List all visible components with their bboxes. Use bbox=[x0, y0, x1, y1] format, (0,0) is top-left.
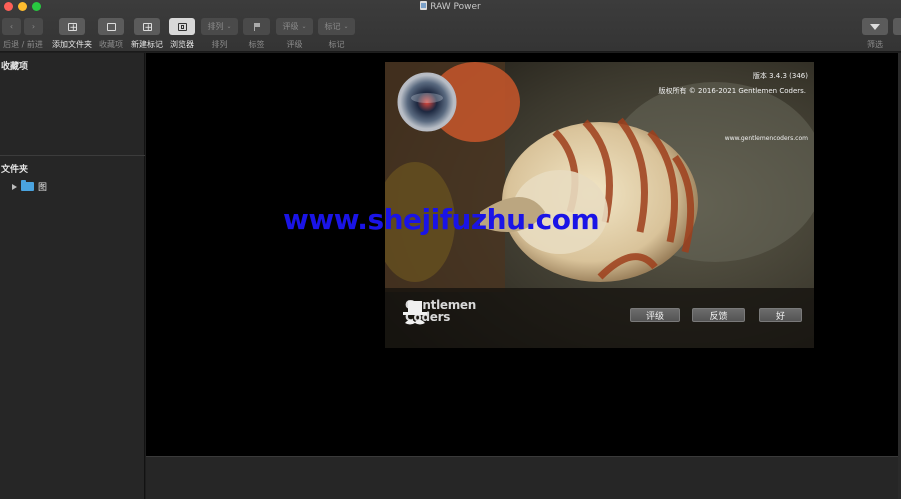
favorites-label: 收藏项 bbox=[99, 40, 123, 49]
favorites-header: 收藏项 bbox=[1, 62, 29, 72]
sidebar: 收藏项 文件夹 图 bbox=[0, 53, 145, 499]
tag-label: 标签 bbox=[248, 40, 265, 49]
window-title: RAW Power bbox=[0, 1, 901, 12]
chevron-left-icon: ‹ bbox=[9, 22, 14, 31]
tag-button[interactable] bbox=[243, 18, 270, 35]
rating-dropdown[interactable]: 评级 ⌄ bbox=[276, 18, 313, 35]
favorites-button[interactable] bbox=[98, 18, 124, 35]
folders-header: 文件夹 bbox=[1, 165, 29, 175]
chevron-right-icon: › bbox=[31, 22, 36, 31]
browser-label: 浏览器 bbox=[170, 40, 194, 49]
folder-label: 图 bbox=[38, 183, 48, 193]
add-folder-label: 添加文件夹 bbox=[52, 40, 92, 49]
back-forward-label: 后退 / 前进 bbox=[3, 40, 43, 49]
new-album-icon: + bbox=[142, 22, 153, 33]
add-folder-button[interactable]: + bbox=[59, 18, 85, 35]
bottom-bar bbox=[146, 456, 901, 499]
rating-label: 评级 bbox=[286, 40, 303, 49]
new-mark-label: 新建标记 bbox=[131, 40, 163, 49]
chevron-down-icon: ⌄ bbox=[301, 23, 307, 30]
feedback-button[interactable]: 反馈 bbox=[692, 308, 745, 322]
back-button[interactable]: ‹ bbox=[2, 18, 21, 35]
photo-icon bbox=[106, 22, 116, 31]
new-mark-button[interactable]: + bbox=[134, 18, 160, 35]
sort-dropdown[interactable]: 排列 ⌄ bbox=[201, 18, 238, 35]
copyright-text: 版权所有 © 2016-2021 Gentlemen Coders. bbox=[658, 87, 806, 95]
sort-dropdown-value: 排列 bbox=[207, 22, 224, 31]
website-link[interactable]: www.gentlemencoders.com bbox=[725, 135, 808, 142]
gentlemen-coders-logo: Gentlemen Coders bbox=[401, 299, 476, 325]
rate-button[interactable]: 评级 bbox=[630, 308, 680, 322]
toolbar-overflow-button[interactable] bbox=[893, 18, 901, 35]
document-icon bbox=[420, 1, 428, 10]
sidebar-folder-item[interactable]: 图 bbox=[12, 180, 47, 193]
ok-button[interactable]: 好 bbox=[759, 308, 802, 322]
add-folder-icon: + bbox=[67, 22, 78, 33]
folder-icon bbox=[21, 180, 34, 191]
chevron-down-icon: ⌄ bbox=[226, 23, 232, 30]
chevron-down-icon: ⌄ bbox=[343, 23, 349, 30]
flag-icon bbox=[253, 22, 260, 31]
title-bar: RAW Power ‹ › 后退 / 前进 + 添加文件夹 收藏项 + 新建标记… bbox=[0, 0, 901, 52]
mark-dropdown-value: 标记 bbox=[324, 22, 341, 31]
mark-label: 标记 bbox=[328, 40, 345, 49]
top-hat-mustache-icon bbox=[403, 301, 427, 325]
browser-button[interactable] bbox=[169, 18, 195, 35]
version-text: 版本 3.4.3 (346) bbox=[752, 72, 808, 80]
sidebar-divider bbox=[0, 155, 145, 156]
forward-button[interactable]: › bbox=[24, 18, 43, 35]
filter-label: 筛选 bbox=[867, 40, 883, 49]
filter-icon bbox=[870, 23, 880, 30]
rating-dropdown-value: 评级 bbox=[282, 22, 299, 31]
mark-dropdown[interactable]: 标记 ⌄ bbox=[318, 18, 355, 35]
sort-label: 排列 bbox=[211, 40, 228, 49]
disclosure-triangle-icon[interactable] bbox=[12, 183, 17, 190]
filter-button[interactable] bbox=[862, 18, 888, 35]
browser-icon bbox=[177, 22, 187, 31]
watermark-text: www.shejifuzhu.com bbox=[283, 203, 600, 236]
